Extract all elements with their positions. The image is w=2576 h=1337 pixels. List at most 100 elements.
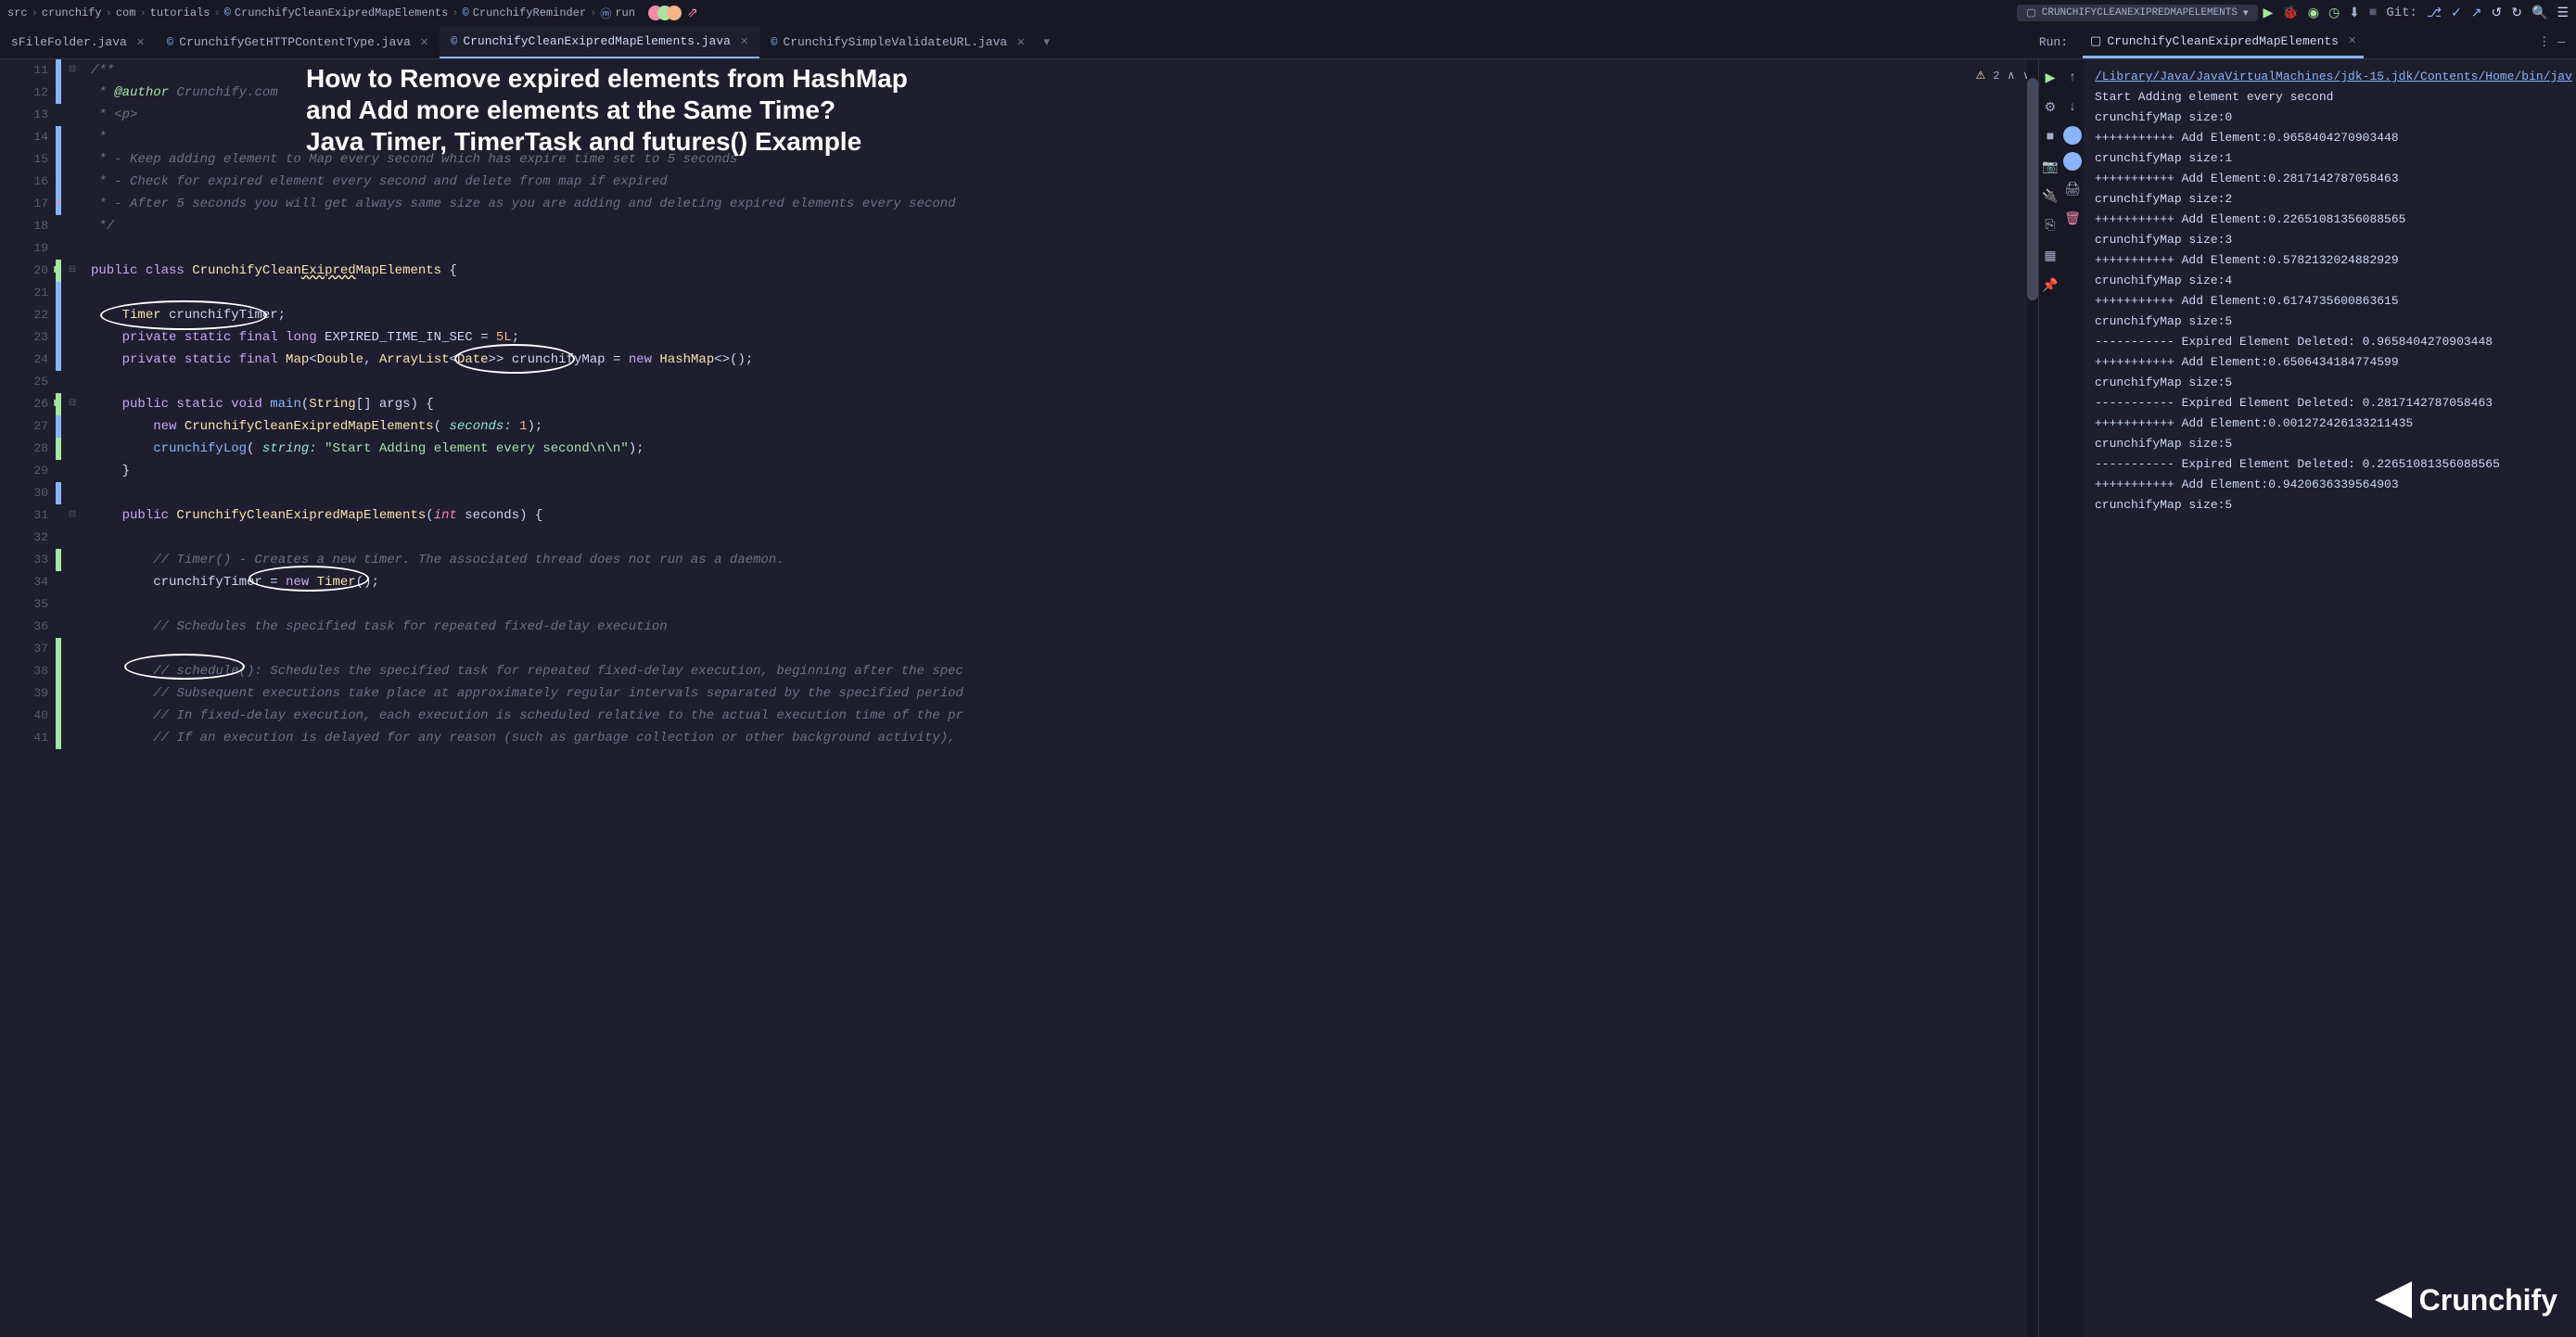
close-icon[interactable]: ✕: [136, 36, 145, 49]
down-icon[interactable]: ↓: [2061, 96, 2084, 119]
profiler-icon[interactable]: ◷: [2328, 6, 2340, 21]
run-icon[interactable]: ▶: [2264, 6, 2274, 21]
java-class-icon: ©: [451, 35, 457, 48]
console-line: crunchifyMap size:5: [2095, 373, 2572, 393]
run-config-icon: ▢: [2090, 34, 2101, 48]
avatar[interactable]: [667, 6, 682, 20]
coverage-icon[interactable]: ◉: [2308, 6, 2319, 21]
run-sidebar-primary: ▶ ⚙ ■ 📷 🔌 ⎘ ▦ 📌: [2039, 59, 2061, 1337]
close-icon[interactable]: ✕: [420, 36, 428, 49]
bc-item[interactable]: src: [7, 6, 28, 19]
stop-icon[interactable]: ■: [2039, 126, 2061, 148]
attach-icon[interactable]: ⬇: [2349, 6, 2360, 21]
collaborator-avatars[interactable]: [648, 6, 682, 20]
problems-indicator[interactable]: ⚠ 2 ∧ ∨: [1975, 65, 2031, 87]
git-label: Git:: [2386, 6, 2417, 20]
line-number-gutter[interactable]: 11 12 13 14 15 16 17▸ 18 19 20▶ 21 22 23…: [0, 59, 56, 1337]
layout-icon[interactable]: ▦: [2039, 245, 2061, 267]
problems-count: 2: [1993, 65, 1999, 87]
run-gutter-icon[interactable]: ▶: [54, 260, 61, 282]
editor-tab[interactable]: © CrunchifyGetHTTPContentType.java ✕: [156, 26, 440, 58]
tabs-dropdown-icon[interactable]: ▾: [1036, 26, 1057, 58]
console-line: +++++++++++ Add Element:0.96584042709034…: [2095, 128, 2572, 148]
search-icon[interactable]: 🔍: [2531, 6, 2547, 21]
run-sidebar-secondary: ↑ ↓ 🖨 🗑: [2061, 59, 2084, 1337]
console-line: crunchifyMap size:3: [2095, 230, 2572, 250]
console-line: crunchifyMap size:4: [2095, 271, 2572, 291]
hide-icon[interactable]: —: [2557, 35, 2565, 49]
bc-item[interactable]: CrunchifyCleanExipredMapElements: [235, 6, 448, 19]
console-line: +++++++++++ Add Element:0.94206363395649…: [2095, 475, 2572, 495]
console-line: ----------- Expired Element Deleted: 0.2…: [2095, 454, 2572, 475]
tab-label: sFileFolder.java: [11, 35, 127, 49]
more-icon[interactable]: ⋮: [2538, 35, 2550, 49]
console-line: +++++++++++ Add Element:0.22651081356088…: [2095, 210, 2572, 230]
print-icon[interactable]: 🖨: [2061, 178, 2084, 200]
code-with-me-icon[interactable]: ⇗: [687, 6, 698, 21]
code-editor[interactable]: How to Remove expired elements from Hash…: [83, 59, 2038, 1337]
console-line: crunchifyMap size:1: [2095, 148, 2572, 169]
soft-wrap-icon[interactable]: [2063, 126, 2082, 145]
chevron-right-icon: ›: [452, 6, 458, 19]
tab-label: CrunchifyCleanExipredMapElements.java: [463, 34, 731, 48]
scrollbar-thumb[interactable]: [2027, 78, 2038, 300]
console-line: +++++++++++ Add Element:0.57821320248829…: [2095, 250, 2572, 271]
up-icon[interactable]: ↑: [2061, 67, 2084, 89]
top-navigation-bar: src › crunchify › com › tutorials › © Cr…: [0, 0, 2576, 26]
console-line: +++++++++++ Add Element:0.28171427870584…: [2095, 169, 2572, 189]
console-line[interactable]: /Library/Java/JavaVirtualMachines/jdk-15…: [2095, 70, 2572, 83]
console-line: Start Adding element every second: [2095, 87, 2572, 108]
console-output[interactable]: /Library/Java/JavaVirtualMachines/jdk-15…: [2084, 59, 2576, 1337]
settings-icon[interactable]: ☰: [2557, 6, 2569, 21]
console-line: +++++++++++ Add Element:0.65064341847745…: [2095, 352, 2572, 373]
editor-tab[interactable]: sFileFolder.java ✕: [0, 26, 156, 58]
connect-icon[interactable]: 🔌: [2039, 185, 2061, 208]
run-toolbar: ▶ 🐞 ◉ ◷ ⬇ ■ Git: ⎇ ✓ ↗ ↺ ↻ 🔍 ☰: [2264, 6, 2569, 21]
chevron-right-icon: ›: [106, 6, 112, 19]
stop-icon[interactable]: ■: [2369, 6, 2377, 20]
bc-item[interactable]: run: [615, 6, 635, 19]
rollback-icon[interactable]: ↻: [2511, 6, 2522, 21]
tab-label: CrunchifySimpleValidateURL.java: [783, 35, 1007, 49]
rerun-icon[interactable]: ▶: [2039, 67, 2061, 89]
chevron-right-icon: ›: [139, 6, 146, 19]
debug-icon[interactable]: 🐞: [2282, 6, 2298, 21]
tab-label: CrunchifyGetHTTPContentType.java: [179, 35, 411, 49]
bc-item[interactable]: crunchify: [42, 6, 102, 19]
history-icon[interactable]: ↺: [2492, 6, 2503, 21]
scroll-to-end-icon[interactable]: [2063, 152, 2082, 171]
branch-icon[interactable]: ⎇: [2427, 6, 2442, 21]
nav-up-icon[interactable]: ∧: [2007, 65, 2015, 87]
push-icon[interactable]: ↗: [2471, 6, 2482, 21]
breadcrumb[interactable]: src › crunchify › com › tutorials › © Cr…: [7, 6, 635, 21]
bc-item[interactable]: CrunchifyReminder: [473, 6, 586, 19]
run-gutter-icon[interactable]: ▶: [54, 393, 61, 415]
fold-gutter[interactable]: ⊟ ⊟ ⊟ ⊟: [61, 59, 83, 1337]
run-content: /Library/Java/JavaVirtualMachines/jdk-15…: [2084, 59, 2576, 1337]
editor-tab[interactable]: © CrunchifySimpleValidateURL.java ✕: [759, 26, 1036, 58]
run-tab-label: CrunchifyCleanExipredMapElements: [2107, 34, 2339, 48]
java-class-icon: ©: [771, 36, 777, 49]
method-icon: ⓜ: [600, 6, 611, 21]
breakpoint-icon[interactable]: ▸: [57, 193, 61, 215]
scrollbar-track[interactable]: [2027, 59, 2038, 1337]
bc-item[interactable]: com: [116, 6, 136, 19]
run-configuration-selector[interactable]: ▢ CRUNCHIFYCLEANEXIPREDMAPELEMENTS ▾: [2017, 5, 2257, 21]
watermark-text: Crunchify: [2419, 1283, 2557, 1318]
close-icon[interactable]: ✕: [1016, 36, 1025, 49]
crunchify-icon: [2375, 1281, 2412, 1318]
exit-icon[interactable]: ⎘: [2039, 215, 2061, 237]
close-icon[interactable]: ✕: [2348, 34, 2356, 47]
bc-item[interactable]: tutorials: [150, 6, 210, 19]
commit-icon[interactable]: ✓: [2451, 6, 2462, 21]
run-config-name: CRUNCHIFYCLEANEXIPREDMAPELEMENTS: [2042, 7, 2238, 19]
clear-icon[interactable]: 🗑: [2061, 208, 2084, 230]
settings-icon[interactable]: ⚙: [2039, 96, 2061, 119]
pin-icon[interactable]: 📌: [2039, 274, 2061, 297]
editor-tab[interactable]: © CrunchifyCleanExipredMapElements.java …: [440, 26, 759, 58]
close-icon[interactable]: ✕: [740, 35, 748, 48]
dump-icon[interactable]: 📷: [2039, 156, 2061, 178]
console-line: ----------- Expired Element Deleted: 0.2…: [2095, 393, 2572, 414]
run-tool-tab[interactable]: ▢ CrunchifyCleanExipredMapElements ✕: [2083, 26, 2364, 58]
console-line: crunchifyMap size:5: [2095, 495, 2572, 516]
